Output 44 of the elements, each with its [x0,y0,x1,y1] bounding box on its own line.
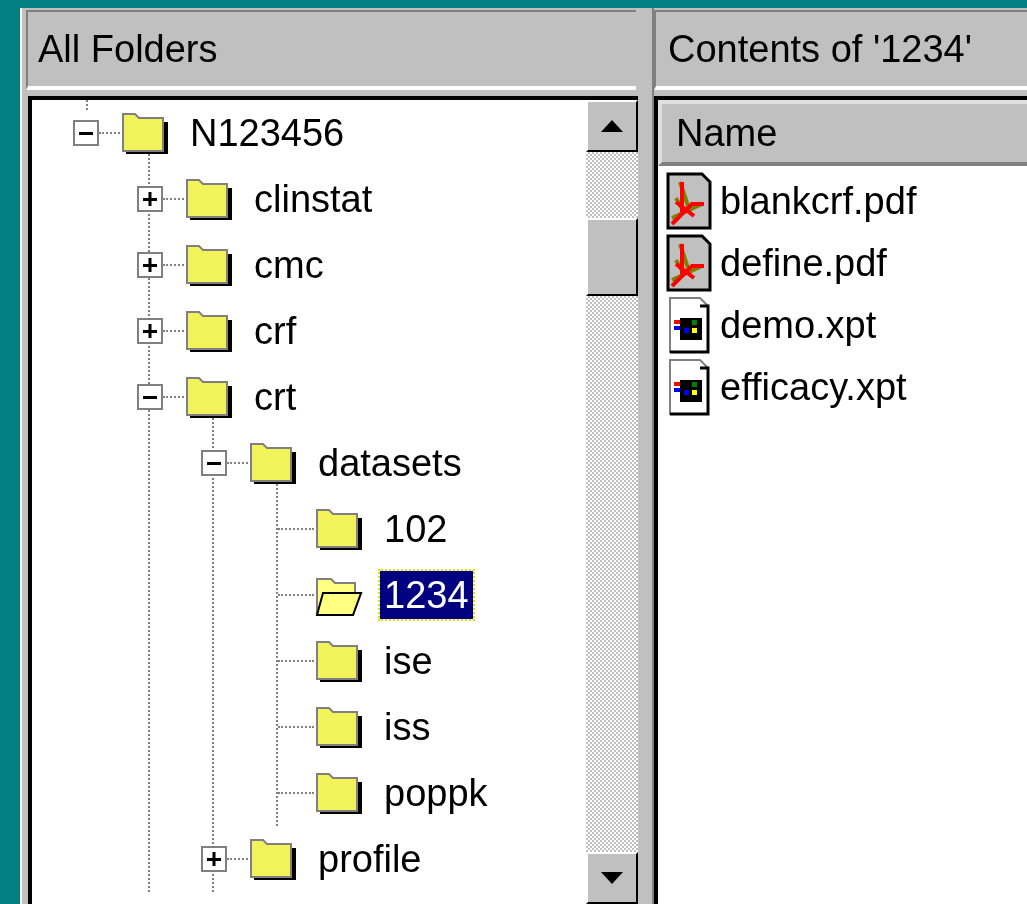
pdf-file-icon [666,172,712,230]
folder-label[interactable]: 102 [380,505,452,553]
expand-icon[interactable] [137,186,163,212]
up-arrow-icon [601,120,623,132]
file-name[interactable]: demo.xpt [720,296,877,354]
scrollbar-thumb[interactable] [586,218,638,296]
folder-icon [314,705,364,749]
folder-label[interactable]: crf [250,307,301,355]
collapse-icon[interactable] [73,120,99,146]
folder-label[interactable]: datasets [314,439,466,487]
folder-icon [314,507,364,551]
collapse-icon[interactable] [201,450,227,476]
folder-label[interactable]: iss [380,703,435,751]
scroll-up-button[interactable] [586,100,638,152]
folder-label[interactable]: crt [250,373,301,421]
folder-icon [314,639,364,683]
collapse-icon[interactable] [137,384,163,410]
folder-label[interactable]: 1234 [380,571,473,619]
folder-icon [314,771,364,815]
down-arrow-icon [601,872,623,884]
folder-icon [248,837,298,881]
folder-label[interactable]: poppk [380,769,492,817]
file-name[interactable]: define.pdf [720,234,887,292]
data-file-icon [666,358,712,416]
scrollbar[interactable] [586,100,638,904]
folder-label[interactable]: N123456 [186,109,349,157]
pane-title: All Folders [38,26,218,72]
file-name[interactable]: blankcrf.pdf [720,172,917,230]
pdf-file-icon [666,234,712,292]
folder-icon [184,243,234,287]
folder-label[interactable]: ise [380,637,437,685]
folder-label[interactable]: profile [314,835,426,883]
folder-label[interactable]: clinstat [250,175,377,223]
file-name[interactable]: efficacy.xpt [720,358,907,416]
pane-title: Contents of '1234' [668,26,972,72]
expand-icon[interactable] [201,846,227,872]
folder-icon [184,177,234,221]
column-header[interactable]: Name [658,100,1027,166]
scroll-down-button[interactable] [586,852,638,904]
folder-icon [184,309,234,353]
expand-icon[interactable] [137,318,163,344]
folder-label[interactable]: cmc [250,241,328,289]
data-file-icon [666,296,712,354]
expand-icon[interactable] [137,252,163,278]
